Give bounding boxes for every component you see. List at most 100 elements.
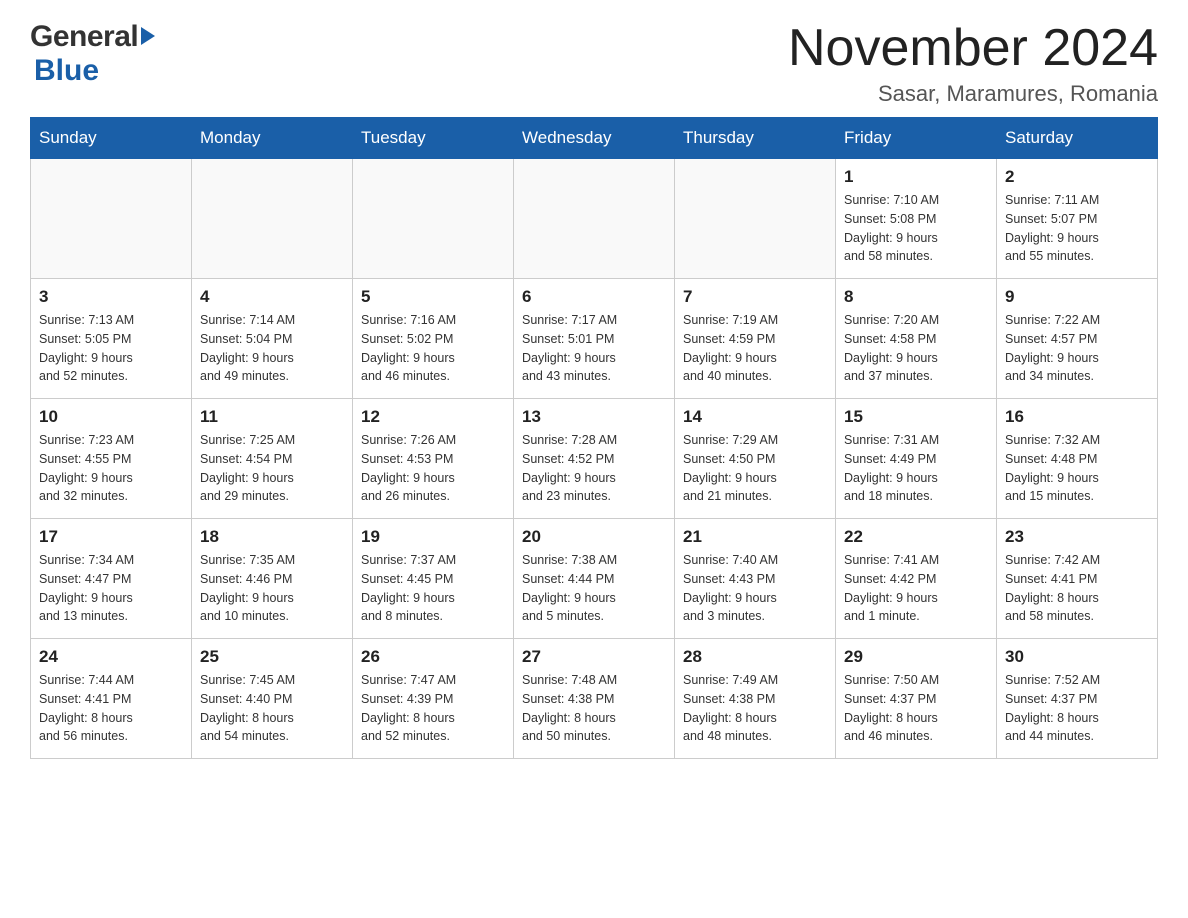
day-info: Sunrise: 7:47 AM Sunset: 4:39 PM Dayligh… — [361, 671, 505, 746]
day-number: 2 — [1005, 167, 1149, 187]
calendar-cell — [675, 159, 836, 279]
calendar-cell: 29 Sunrise: 7:50 AM Sunset: 4:37 PM Dayli… — [836, 639, 997, 759]
day-info: Sunrise: 7:31 AM Sunset: 4:49 PM Dayligh… — [844, 431, 988, 506]
calendar-cell: 2 Sunrise: 7:11 AM Sunset: 5:07 PM Daylig… — [997, 159, 1158, 279]
day-number: 26 — [361, 647, 505, 667]
calendar-cell: 19 Sunrise: 7:37 AM Sunset: 4:45 PM Dayli… — [353, 519, 514, 639]
day-info: Sunrise: 7:37 AM Sunset: 4:45 PM Dayligh… — [361, 551, 505, 626]
day-info: Sunrise: 7:44 AM Sunset: 4:41 PM Dayligh… — [39, 671, 183, 746]
day-info: Sunrise: 7:35 AM Sunset: 4:46 PM Dayligh… — [200, 551, 344, 626]
calendar-cell: 12 Sunrise: 7:26 AM Sunset: 4:53 PM Dayli… — [353, 399, 514, 519]
logo-blue-text: Blue — [34, 54, 99, 87]
calendar-cell: 18 Sunrise: 7:35 AM Sunset: 4:46 PM Dayli… — [192, 519, 353, 639]
day-number: 24 — [39, 647, 183, 667]
weekday-header-tuesday: Tuesday — [353, 118, 514, 159]
calendar-week-row: 3Sunrise: 7:13 AM Sunset: 5:05 PM Daylig… — [31, 279, 1158, 399]
calendar-cell: 3Sunrise: 7:13 AM Sunset: 5:05 PM Daylig… — [31, 279, 192, 399]
day-info: Sunrise: 7:42 AM Sunset: 4:41 PM Dayligh… — [1005, 551, 1149, 626]
day-info: Sunrise: 7:20 AM Sunset: 4:58 PM Dayligh… — [844, 311, 988, 386]
calendar-cell: 1Sunrise: 7:10 AM Sunset: 5:08 PM Daylig… — [836, 159, 997, 279]
day-info: Sunrise: 7:52 AM Sunset: 4:37 PM Dayligh… — [1005, 671, 1149, 746]
day-info: Sunrise: 7:23 AM Sunset: 4:55 PM Dayligh… — [39, 431, 183, 506]
calendar-cell: 10 Sunrise: 7:23 AM Sunset: 4:55 PM Dayli… — [31, 399, 192, 519]
day-info: Sunrise: 7:38 AM Sunset: 4:44 PM Dayligh… — [522, 551, 666, 626]
day-info: Sunrise: 7:50 AM Sunset: 4:37 PM Dayligh… — [844, 671, 988, 746]
calendar-cell: 13 Sunrise: 7:28 AM Sunset: 4:52 PM Dayli… — [514, 399, 675, 519]
weekday-header-monday: Monday — [192, 118, 353, 159]
calendar-cell: 5Sunrise: 7:16 AM Sunset: 5:02 PM Daylig… — [353, 279, 514, 399]
day-info: Sunrise: 7:26 AM Sunset: 4:53 PM Dayligh… — [361, 431, 505, 506]
day-info: Sunrise: 7:14 AM Sunset: 5:04 PM Dayligh… — [200, 311, 344, 386]
location-title: Sasar, Maramures, Romania — [788, 81, 1158, 107]
weekday-header-friday: Friday — [836, 118, 997, 159]
logo-general-text: General — [30, 20, 138, 54]
day-number: 25 — [200, 647, 344, 667]
calendar-cell: 9Sunrise: 7:22 AM Sunset: 4:57 PM Daylig… — [997, 279, 1158, 399]
calendar-cell: 30Sunrise: 7:52 AM Sunset: 4:37 PM Dayli… — [997, 639, 1158, 759]
day-number: 12 — [361, 407, 505, 427]
day-number: 5 — [361, 287, 505, 307]
day-number: 27 — [522, 647, 666, 667]
calendar-cell: 20 Sunrise: 7:38 AM Sunset: 4:44 PM Dayli… — [514, 519, 675, 639]
calendar-cell: 22 Sunrise: 7:41 AM Sunset: 4:42 PM Dayli… — [836, 519, 997, 639]
calendar-cell: 26 Sunrise: 7:47 AM Sunset: 4:39 PM Dayli… — [353, 639, 514, 759]
weekday-header-saturday: Saturday — [997, 118, 1158, 159]
day-info: Sunrise: 7:19 AM Sunset: 4:59 PM Dayligh… — [683, 311, 827, 386]
logo: General Blue — [30, 20, 155, 88]
day-info: Sunrise: 7:34 AM Sunset: 4:47 PM Dayligh… — [39, 551, 183, 626]
day-number: 15 — [844, 407, 988, 427]
day-number: 11 — [200, 407, 344, 427]
day-info: Sunrise: 7:13 AM Sunset: 5:05 PM Dayligh… — [39, 311, 183, 386]
calendar-cell: 8 Sunrise: 7:20 AM Sunset: 4:58 PM Daylig… — [836, 279, 997, 399]
day-number: 22 — [844, 527, 988, 547]
day-number: 21 — [683, 527, 827, 547]
calendar-cell — [353, 159, 514, 279]
day-number: 17 — [39, 527, 183, 547]
day-number: 7 — [683, 287, 827, 307]
weekday-header-sunday: Sunday — [31, 118, 192, 159]
day-number: 13 — [522, 407, 666, 427]
calendar-cell: 27 Sunrise: 7:48 AM Sunset: 4:38 PM Dayli… — [514, 639, 675, 759]
day-info: Sunrise: 7:49 AM Sunset: 4:38 PM Dayligh… — [683, 671, 827, 746]
day-number: 6 — [522, 287, 666, 307]
day-number: 18 — [200, 527, 344, 547]
calendar-week-row: 17 Sunrise: 7:34 AM Sunset: 4:47 PM Dayli… — [31, 519, 1158, 639]
calendar-cell: 11 Sunrise: 7:25 AM Sunset: 4:54 PM Dayli… — [192, 399, 353, 519]
day-number: 29 — [844, 647, 988, 667]
calendar-cell: 7 Sunrise: 7:19 AM Sunset: 4:59 PM Daylig… — [675, 279, 836, 399]
day-info: Sunrise: 7:40 AM Sunset: 4:43 PM Dayligh… — [683, 551, 827, 626]
weekday-header-row: SundayMondayTuesdayWednesdayThursdayFrid… — [31, 118, 1158, 159]
calendar-cell: 25 Sunrise: 7:45 AM Sunset: 4:40 PM Dayli… — [192, 639, 353, 759]
day-info: Sunrise: 7:25 AM Sunset: 4:54 PM Dayligh… — [200, 431, 344, 506]
calendar-cell: 4 Sunrise: 7:14 AM Sunset: 5:04 PM Daylig… — [192, 279, 353, 399]
calendar-cell: 6 Sunrise: 7:17 AM Sunset: 5:01 PM Daylig… — [514, 279, 675, 399]
day-number: 20 — [522, 527, 666, 547]
day-number: 8 — [844, 287, 988, 307]
calendar-week-row: 10 Sunrise: 7:23 AM Sunset: 4:55 PM Dayli… — [31, 399, 1158, 519]
page-header: General Blue November 2024 Sasar, Maramu… — [30, 20, 1158, 107]
calendar-cell: 23 Sunrise: 7:42 AM Sunset: 4:41 PM Dayli… — [997, 519, 1158, 639]
day-number: 1 — [844, 167, 988, 187]
day-info: Sunrise: 7:28 AM Sunset: 4:52 PM Dayligh… — [522, 431, 666, 506]
calendar-cell: 28 Sunrise: 7:49 AM Sunset: 4:38 PM Dayli… — [675, 639, 836, 759]
day-info: Sunrise: 7:48 AM Sunset: 4:38 PM Dayligh… — [522, 671, 666, 746]
logo-triangle-icon — [141, 27, 155, 45]
day-info: Sunrise: 7:17 AM Sunset: 5:01 PM Dayligh… — [522, 311, 666, 386]
day-number: 10 — [39, 407, 183, 427]
day-number: 14 — [683, 407, 827, 427]
day-info: Sunrise: 7:45 AM Sunset: 4:40 PM Dayligh… — [200, 671, 344, 746]
day-info: Sunrise: 7:11 AM Sunset: 5:07 PM Dayligh… — [1005, 191, 1149, 266]
day-number: 19 — [361, 527, 505, 547]
day-info: Sunrise: 7:22 AM Sunset: 4:57 PM Dayligh… — [1005, 311, 1149, 386]
month-title: November 2024 — [788, 20, 1158, 77]
calendar-cell: 16Sunrise: 7:32 AM Sunset: 4:48 PM Dayli… — [997, 399, 1158, 519]
day-number: 23 — [1005, 527, 1149, 547]
title-section: November 2024 Sasar, Maramures, Romania — [788, 20, 1158, 107]
day-number: 28 — [683, 647, 827, 667]
calendar-cell: 17 Sunrise: 7:34 AM Sunset: 4:47 PM Dayli… — [31, 519, 192, 639]
calendar-cell — [31, 159, 192, 279]
day-info: Sunrise: 7:29 AM Sunset: 4:50 PM Dayligh… — [683, 431, 827, 506]
calendar-cell: 24 Sunrise: 7:44 AM Sunset: 4:41 PM Dayli… — [31, 639, 192, 759]
day-info: Sunrise: 7:41 AM Sunset: 4:42 PM Dayligh… — [844, 551, 988, 626]
day-number: 4 — [200, 287, 344, 307]
